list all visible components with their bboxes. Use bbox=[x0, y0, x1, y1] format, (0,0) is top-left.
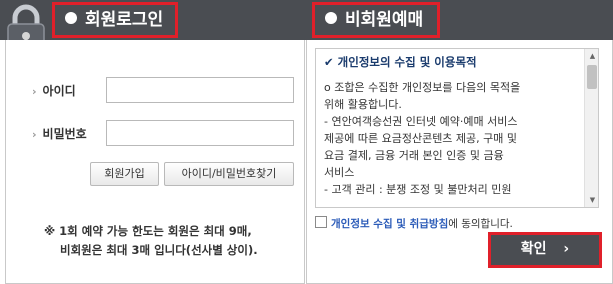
scroll-thumb[interactable] bbox=[587, 65, 597, 89]
scroll-up-arrow-icon[interactable]: ▲ bbox=[585, 49, 598, 63]
privacy-terms-box[interactable]: ✔ 개인정보의 수집 및 이용목적 o 조합은 수집한 개인정보를 다음의 목적… bbox=[315, 48, 599, 208]
checkmark-icon: ✔ bbox=[324, 55, 334, 69]
signup-button[interactable]: 회원가입 bbox=[90, 162, 159, 186]
chevron-right-icon: › bbox=[32, 128, 37, 141]
tab-member-login[interactable]: 회원로그인 bbox=[52, 2, 178, 38]
chevron-right-icon: › bbox=[32, 85, 37, 98]
agree-label: 개인정보 수집 및 취급방침에 동의합니다. bbox=[331, 216, 513, 231]
terms-scrollbar[interactable]: ▲ ▼ bbox=[584, 49, 598, 207]
id-label: 아이디 bbox=[42, 84, 76, 98]
booking-limit-notice-line1: ※ 1회 예약 가능 한도는 회원은 최대 9매, bbox=[44, 224, 252, 238]
terms-line: - 고객 관리 : 분쟁 조정 및 불만처리 민원 bbox=[324, 183, 512, 196]
chevron-right-icon: › bbox=[563, 241, 570, 257]
agree-suffix: 에 동의합니다. bbox=[448, 218, 513, 230]
password-label: 비밀번호 bbox=[42, 127, 87, 141]
radio-dot-icon bbox=[65, 12, 77, 24]
radio-dot-icon bbox=[325, 12, 337, 24]
terms-title-row: ✔ 개인정보의 수집 및 이용목적 bbox=[324, 54, 477, 70]
confirm-label: 확인 bbox=[520, 241, 547, 257]
scroll-down-arrow-icon[interactable]: ▼ bbox=[585, 193, 598, 207]
booking-limit-notice-line2: 비회원은 최대 3매 입니다(선사별 상이). bbox=[60, 243, 258, 257]
tab-login-label: 회원로그인 bbox=[85, 10, 164, 30]
tab-guest-booking[interactable]: 비회원예매 bbox=[312, 2, 440, 38]
terms-line: 위해 활용합니다. bbox=[324, 98, 402, 111]
id-label-row: › 아이디 bbox=[32, 82, 76, 99]
terms-line: 요금 결제, 금융 거래 본인 인증 및 금융 bbox=[324, 149, 504, 162]
terms-line: 제공에 따른 요금정산콘텐츠 제공, 구매 및 bbox=[324, 132, 518, 145]
password-input[interactable] bbox=[106, 120, 294, 146]
password-label-row: › 비밀번호 bbox=[32, 125, 87, 142]
privacy-policy-link[interactable]: 개인정보 수집 및 취급방침 bbox=[331, 218, 448, 230]
tab-guest-label: 비회원예매 bbox=[345, 10, 424, 30]
find-id-password-button[interactable]: 아이디/비밀번호찾기 bbox=[164, 162, 294, 186]
terms-line: - 연안여객승선권 인터넷 예약·예매 서비스 bbox=[324, 115, 518, 128]
confirm-button[interactable]: 확인 › bbox=[488, 232, 602, 268]
id-input[interactable] bbox=[106, 77, 294, 103]
terms-line: o 조합은 수집한 개인정보를 다음의 목적을 bbox=[324, 81, 521, 94]
terms-line: 서비스 bbox=[324, 166, 355, 179]
terms-body: o 조합은 수집한 개인정보를 다음의 목적을 위해 활용합니다. - 연안여객… bbox=[324, 79, 582, 198]
agree-checkbox[interactable] bbox=[315, 216, 327, 228]
terms-title: 개인정보의 수집 및 이용목적 bbox=[337, 55, 477, 69]
